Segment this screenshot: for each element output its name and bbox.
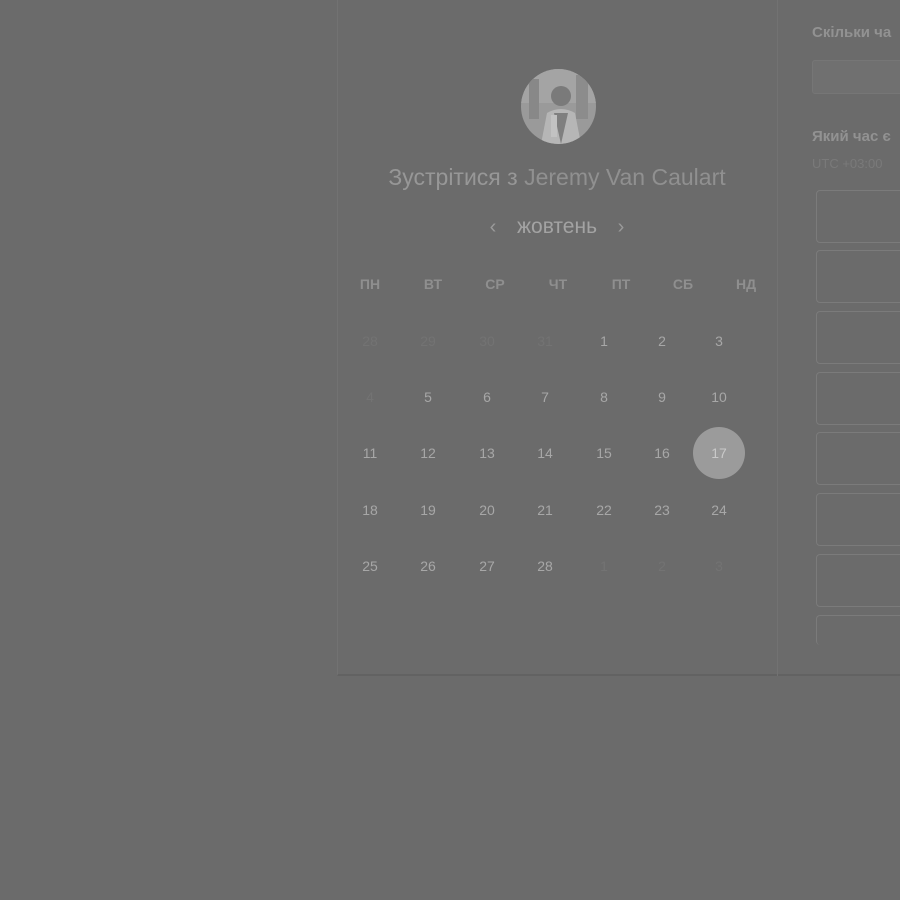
calendar-day[interactable]: 2 — [636, 315, 688, 367]
calendar-day[interactable]: 19 — [402, 484, 454, 536]
chevron-left-icon[interactable]: ‹ — [483, 216, 503, 239]
calendar-day[interactable]: 10 — [693, 371, 745, 423]
page-title: Зустрітися з Jeremy Van Caulart — [337, 164, 777, 196]
calendar-day[interactable]: 23 — [636, 484, 688, 536]
time-slot[interactable] — [816, 493, 900, 546]
weekday-label: ЧТ — [548, 276, 568, 292]
calendar-day: 4 — [366, 389, 374, 405]
calendar-day: 30 — [479, 333, 495, 349]
month-navigation: ‹ жовтень › — [337, 211, 777, 243]
calendar-day: 2 — [658, 558, 666, 574]
host-name: Jeremy Van Caulart — [524, 164, 726, 190]
calendar-day[interactable]: 3 — [693, 315, 745, 367]
time-label: Який час є — [812, 128, 891, 145]
time-slot[interactable] — [816, 615, 900, 645]
calendar-day: 3 — [715, 558, 723, 574]
calendar-day[interactable]: 22 — [578, 484, 630, 536]
calendar-day[interactable]: 24 — [693, 484, 745, 536]
title-prefix: Зустрітися з — [388, 164, 518, 190]
timezone-label: UTC +03:00 — [812, 156, 883, 171]
calendar-day: 31 — [537, 333, 553, 349]
time-slot[interactable] — [816, 311, 900, 364]
calendar-day[interactable]: 21 — [519, 484, 571, 536]
calendar-day[interactable]: 11 — [344, 427, 396, 479]
calendar-day[interactable]: 1 — [578, 315, 630, 367]
calendar-day[interactable]: 14 — [519, 427, 571, 479]
time-slot[interactable] — [816, 432, 900, 485]
time-slot[interactable] — [816, 190, 900, 243]
column-divider — [777, 0, 778, 676]
time-slot[interactable] — [816, 250, 900, 303]
calendar-day[interactable]: 28 — [519, 540, 571, 592]
calendar-day[interactable]: 15 — [578, 427, 630, 479]
duration-label: Скільки ча — [812, 24, 892, 41]
chevron-right-icon[interactable]: › — [611, 216, 631, 239]
calendar-day-selected[interactable]: 17 — [693, 427, 745, 479]
calendar-day: 29 — [420, 333, 436, 349]
time-slot[interactable] — [816, 554, 900, 607]
duration-select[interactable] — [812, 60, 900, 94]
time-slot[interactable] — [816, 372, 900, 425]
calendar-day[interactable]: 12 — [402, 427, 454, 479]
host-avatar — [521, 69, 596, 144]
weekday-label: ВТ — [423, 276, 443, 292]
weekday-label: СР — [485, 276, 505, 292]
weekday-label: НД — [735, 276, 757, 292]
calendar-day[interactable]: 27 — [461, 540, 513, 592]
calendar-day[interactable]: 16 — [636, 427, 688, 479]
calendar-day[interactable]: 6 — [461, 371, 513, 423]
calendar-day: 28 — [362, 333, 378, 349]
calendar-day[interactable]: 13 — [461, 427, 513, 479]
weekday-label: ПТ — [611, 276, 631, 292]
calendar-day[interactable]: 25 — [344, 540, 396, 592]
month-label: жовтень — [516, 215, 598, 238]
calendar-day[interactable]: 7 — [519, 371, 571, 423]
calendar-day[interactable]: 8 — [578, 371, 630, 423]
calendar-day[interactable]: 18 — [344, 484, 396, 536]
weekday-label: ПН — [359, 276, 381, 292]
calendar-day[interactable]: 5 — [402, 371, 454, 423]
calendar-day[interactable]: 9 — [636, 371, 688, 423]
calendar-day[interactable]: 26 — [402, 540, 454, 592]
calendar-day[interactable]: 20 — [461, 484, 513, 536]
calendar-day: 1 — [600, 558, 608, 574]
weekday-label: СБ — [672, 276, 694, 292]
